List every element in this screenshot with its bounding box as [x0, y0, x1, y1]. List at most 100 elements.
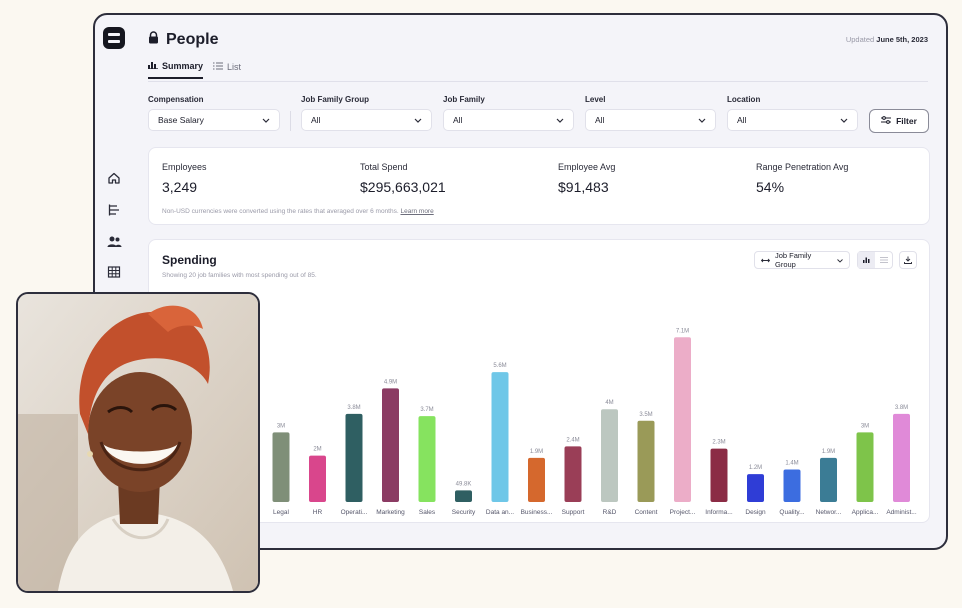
bar-7[interactable]	[528, 457, 545, 502]
select-value: Base Salary	[158, 115, 204, 125]
bar-value-label: 3.5M	[639, 412, 652, 418]
bar-16[interactable]	[856, 432, 874, 502]
person-photo	[16, 292, 260, 593]
tab-summary-label: Summary	[162, 61, 204, 71]
bar-category-label: Administ...	[886, 509, 917, 516]
bar-value-label: 49.8K	[456, 481, 472, 487]
level-select[interactable]: All	[585, 109, 716, 131]
stat-label: Employees	[162, 162, 207, 172]
bar-value-label: 1.4M	[785, 461, 798, 467]
updated-text: Updated June 5th, 2023	[846, 35, 928, 44]
tab-list[interactable]: List	[213, 61, 241, 79]
bar-2[interactable]	[345, 413, 363, 502]
stat-employees: Employees 3,249	[162, 162, 207, 195]
bar-value-label: 1.9M	[822, 449, 835, 455]
bar-category-label: Applica...	[852, 509, 879, 516]
job-family-select[interactable]: All	[443, 109, 574, 131]
list-icon	[213, 62, 224, 72]
select-value: All	[595, 115, 605, 125]
chevron-down-icon	[698, 115, 706, 125]
job-family-group-select[interactable]: All	[301, 109, 432, 131]
currency-note-text: Non-USD currencies were converted using …	[162, 208, 399, 215]
bar-category-label: Informa...	[705, 509, 733, 516]
bar-value-label: 2M	[313, 447, 321, 453]
view-tabs: Summary List	[148, 61, 241, 79]
bar-0[interactable]	[272, 432, 290, 502]
bar-category-label: Support	[562, 509, 585, 516]
bar-4[interactable]	[418, 416, 436, 502]
bar-10[interactable]	[637, 420, 655, 502]
bar-value-label: 4.9M	[384, 379, 397, 385]
chevron-down-icon	[556, 115, 564, 125]
bar-15[interactable]	[820, 457, 837, 502]
bar-chart-icon	[148, 61, 158, 71]
filter-label: Job Family Group	[301, 95, 370, 104]
select-value: All	[737, 115, 747, 125]
filter-label: Compensation	[148, 95, 204, 104]
filter-button-label: Filter	[896, 116, 917, 126]
stat-value: $91,483	[558, 179, 609, 195]
app-logo-icon[interactable]	[103, 27, 125, 49]
filter-label: Location	[727, 95, 761, 104]
bar-category-label: Content	[635, 509, 658, 516]
bar-6[interactable]	[491, 372, 509, 502]
bar-value-label: 3M	[861, 423, 869, 429]
bar-value-label: 7.1M	[676, 328, 689, 334]
location-select[interactable]: All	[727, 109, 858, 131]
bar-9[interactable]	[601, 409, 618, 502]
bar-category-label: Quality...	[779, 509, 804, 516]
bar-category-label: Legal	[273, 509, 289, 516]
bar-category-label: Design	[745, 509, 766, 516]
page-header: People	[148, 31, 218, 49]
bar-category-label: Security	[452, 509, 476, 516]
people-icon[interactable]	[105, 232, 123, 250]
filter-job-family: Job Family All	[443, 95, 574, 131]
bar-8[interactable]	[564, 446, 582, 502]
bar-category-label: Data an...	[486, 509, 514, 516]
bar-value-label: 3.8M	[895, 405, 908, 411]
bar-value-label: 4M	[605, 400, 613, 406]
stat-value: 3,249	[162, 179, 198, 195]
updated-prefix: Updated	[845, 35, 875, 44]
org-chart-icon[interactable]	[105, 201, 123, 219]
select-value: All	[453, 115, 463, 125]
home-icon[interactable]	[105, 169, 123, 187]
stat-label: Range Penetration Avg	[756, 162, 849, 172]
bar-1[interactable]	[309, 455, 326, 502]
bar-category-label: Project...	[670, 509, 696, 516]
bar-value-label: 3.8M	[347, 405, 360, 411]
bar-value-label: 2.4M	[566, 437, 579, 443]
sliders-icon	[881, 116, 892, 126]
stat-range-penetration: Range Penetration Avg 54%	[756, 162, 848, 195]
bar-13[interactable]	[747, 474, 764, 502]
updated-date: June 5th, 2023	[876, 35, 928, 44]
bar-12[interactable]	[710, 448, 728, 502]
stat-value: $295,663,021	[360, 179, 446, 195]
bar-category-label: Marketing	[376, 509, 405, 516]
stat-label: Total Spend	[360, 162, 408, 172]
tab-summary[interactable]: Summary	[148, 61, 204, 79]
bar-5[interactable]	[455, 490, 472, 502]
tabs-divider	[148, 81, 928, 82]
chevron-down-icon	[262, 115, 270, 125]
stat-total-spend: Total Spend $295,663,021	[360, 162, 446, 195]
lock-icon	[148, 31, 159, 49]
grid-icon[interactable]	[105, 263, 123, 281]
bar-value-label: 1.2M	[749, 465, 762, 471]
stat-label: Employee Avg	[558, 162, 616, 172]
filter-label: Level	[585, 95, 606, 104]
learn-more-link[interactable]: Learn more	[400, 208, 433, 215]
spending-bar-chart: 3M Legal 2M HR 3.8M Operati... 4.9M Marketing 3.…	[272, 328, 917, 516]
bar-3[interactable]	[382, 388, 399, 502]
bar-17[interactable]	[893, 413, 910, 502]
bar-11[interactable]	[674, 337, 691, 502]
smiling-woman-image	[18, 294, 258, 591]
bar-value-label: 1.9M	[530, 449, 543, 455]
bar-category-label: Sales	[419, 509, 436, 516]
filter-divider	[290, 111, 291, 131]
filter-button[interactable]: Filter	[869, 109, 929, 133]
compensation-select[interactable]: Base Salary	[148, 109, 280, 131]
bar-14[interactable]	[783, 469, 801, 502]
filter-level: Level All	[585, 95, 716, 131]
currency-note: Non-USD currencies were converted using …	[162, 208, 434, 215]
